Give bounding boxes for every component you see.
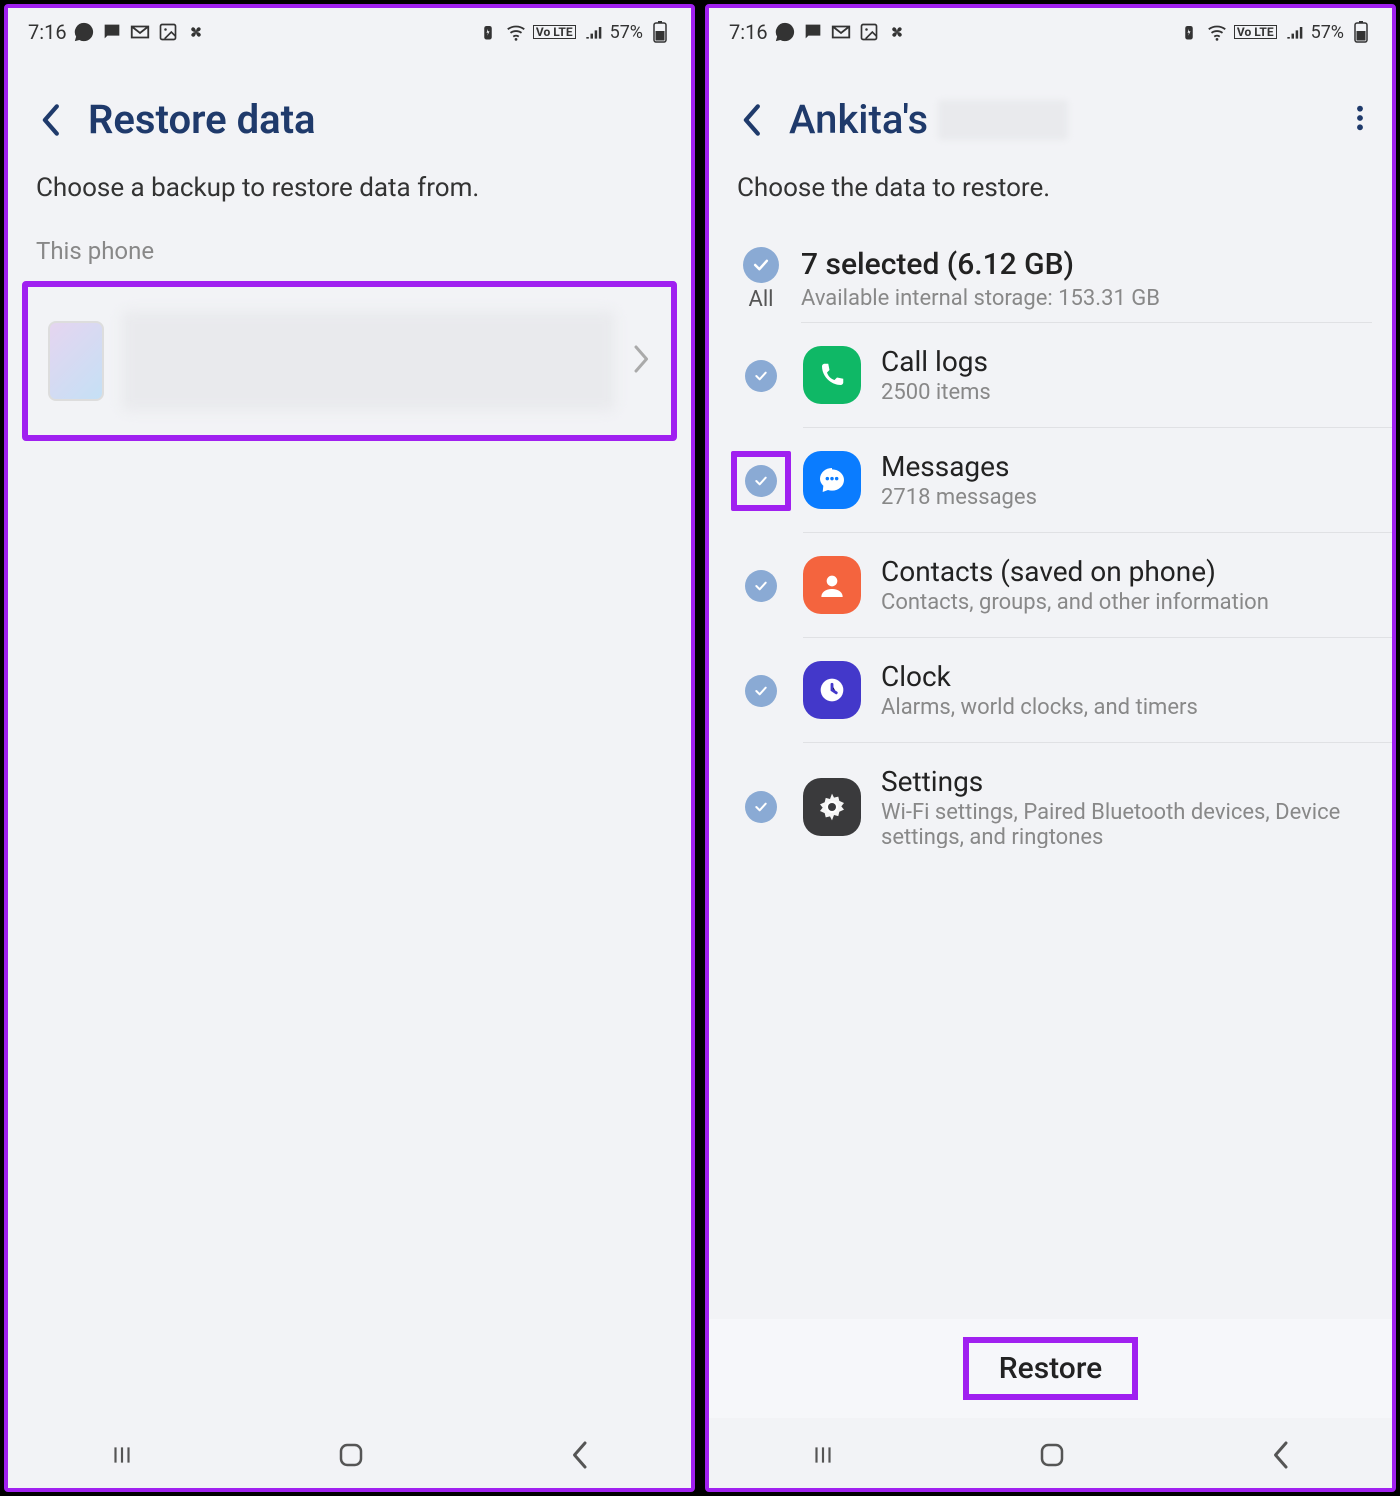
gear-icon <box>803 778 861 836</box>
status-bar: 7:16 Vo LTE 57% <box>8 8 691 56</box>
nav-bar <box>709 1422 1392 1488</box>
wifi-icon <box>1206 21 1228 43</box>
item-title: Contacts (saved on phone) <box>881 555 1374 588</box>
phone-icon <box>803 346 861 404</box>
backup-details-redacted <box>122 311 615 411</box>
back-button[interactable] <box>36 106 64 134</box>
item-title: Messages <box>881 450 1374 483</box>
page-title: Ankita's <box>789 96 1068 143</box>
item-subtitle: Alarms, world clocks, and timers <box>881 695 1374 720</box>
restore-select-screen: 7:16 Vo LTE 57% Ankita's Choose the data <box>705 4 1396 1492</box>
phone-thumbnail-icon <box>48 321 104 401</box>
section-label-this-phone: This phone <box>8 231 691 275</box>
back-button[interactable] <box>737 106 765 134</box>
storage-available: Available internal storage: 153.31 GB <box>801 286 1364 311</box>
home-button[interactable] <box>336 1440 366 1470</box>
item-title: Call logs <box>881 345 1374 378</box>
item-checkbox-calllogs[interactable] <box>745 360 777 392</box>
chevron-right-icon <box>633 344 651 378</box>
page-title-redacted <box>938 100 1068 140</box>
status-time: 7:16 <box>28 20 67 44</box>
volte-icon: Vo LTE <box>533 25 576 39</box>
whatsapp-icon <box>774 21 796 43</box>
fan-icon <box>886 21 908 43</box>
item-row-clock[interactable]: Clock Alarms, world clocks, and timers <box>803 638 1392 743</box>
image-icon <box>157 21 179 43</box>
image-icon <box>858 21 880 43</box>
battery-percent: 57% <box>1311 22 1344 43</box>
contacts-icon <box>803 556 861 614</box>
signal-icon <box>1283 21 1305 43</box>
status-bar: 7:16 Vo LTE 57% <box>709 8 1392 56</box>
nav-back-button[interactable] <box>1269 1440 1291 1470</box>
power-icon <box>1178 21 1200 43</box>
item-title: Settings <box>881 765 1374 798</box>
recents-button[interactable] <box>109 1442 135 1468</box>
whatsapp-icon <box>73 21 95 43</box>
wifi-icon <box>505 21 527 43</box>
all-label: All <box>748 287 773 312</box>
item-row-contacts[interactable]: Contacts (saved on phone) Contacts, grou… <box>803 533 1392 638</box>
item-checkbox-clock[interactable] <box>745 675 777 707</box>
item-subtitle: 2500 items <box>881 380 1374 405</box>
home-button[interactable] <box>1037 1440 1067 1470</box>
more-options-button[interactable] <box>1356 104 1364 136</box>
gmail-icon <box>129 21 151 43</box>
gmail-icon <box>830 21 852 43</box>
select-all-row: All 7 selected (6.12 GB) Available inter… <box>709 231 1392 312</box>
status-time: 7:16 <box>729 20 768 44</box>
item-checkbox-contacts[interactable] <box>745 570 777 602</box>
item-subtitle: Wi-Fi settings, Paired Bluetooth devices… <box>881 800 1374 848</box>
backup-item-highlight <box>22 281 677 441</box>
restore-items-list: Call logs 2500 items Messages 2718 messa… <box>709 323 1392 870</box>
page-title: Restore data <box>88 96 316 143</box>
recents-button[interactable] <box>810 1442 836 1468</box>
header: Restore data <box>8 56 691 161</box>
fan-icon <box>185 21 207 43</box>
volte-icon: Vo LTE <box>1234 25 1277 39</box>
item-row-messages[interactable]: Messages 2718 messages <box>803 428 1392 533</box>
battery-percent: 57% <box>610 22 643 43</box>
item-row-calllogs[interactable]: Call logs 2500 items <box>803 323 1392 428</box>
item-checkbox-messages[interactable] <box>745 465 777 497</box>
restore-bar: Restore <box>709 1319 1392 1418</box>
messages-icon <box>803 451 861 509</box>
item-subtitle: 2718 messages <box>881 485 1374 510</box>
select-all-checkbox[interactable] <box>743 247 779 283</box>
signal-icon <box>582 21 604 43</box>
chat-icon <box>101 21 123 43</box>
power-icon <box>477 21 499 43</box>
item-checkbox-settings[interactable] <box>745 791 777 823</box>
nav-bar <box>8 1422 691 1488</box>
clock-icon <box>803 661 861 719</box>
header: Ankita's <box>709 56 1392 161</box>
page-subtitle: Choose the data to restore. <box>709 161 1392 231</box>
item-row-settings[interactable]: Settings Wi-Fi settings, Paired Bluetoot… <box>803 743 1392 870</box>
nav-back-button[interactable] <box>568 1440 590 1470</box>
item-title: Clock <box>881 660 1374 693</box>
selection-summary: 7 selected (6.12 GB) <box>801 247 1364 282</box>
restore-data-screen: 7:16 Vo LTE 57% Restore data Choose a ba… <box>4 4 695 1492</box>
battery-icon <box>649 21 671 43</box>
restore-button[interactable]: Restore <box>963 1337 1138 1400</box>
backup-row[interactable] <box>28 287 671 435</box>
page-title-prefix: Ankita's <box>789 96 928 143</box>
messages-checkbox-highlight <box>731 451 791 511</box>
battery-icon <box>1350 21 1372 43</box>
chat-icon <box>802 21 824 43</box>
item-subtitle: Contacts, groups, and other information <box>881 590 1374 615</box>
page-subtitle: Choose a backup to restore data from. <box>8 161 691 231</box>
